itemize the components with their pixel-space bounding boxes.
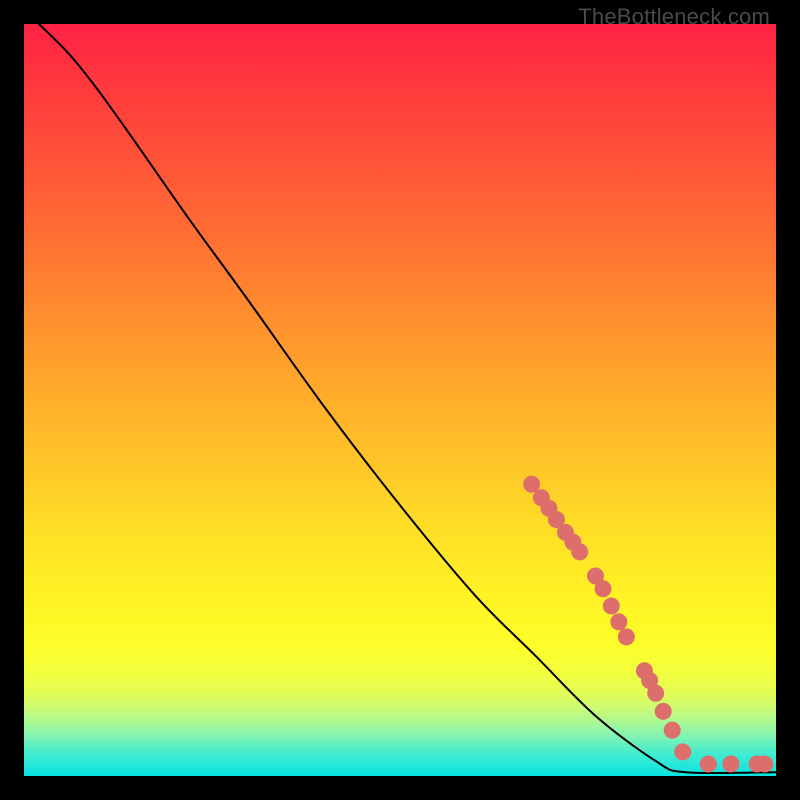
data-point: [571, 543, 588, 560]
data-point: [756, 755, 773, 772]
data-point: [610, 613, 627, 630]
watermark-text: TheBottleneck.com: [578, 4, 770, 30]
chart-plot-area: [24, 24, 776, 776]
data-point: [647, 685, 664, 702]
chart-overlay: [24, 24, 776, 776]
data-point: [674, 743, 691, 760]
data-point-group: [523, 476, 773, 773]
data-point: [618, 628, 635, 645]
data-point: [595, 580, 612, 597]
data-point: [664, 722, 681, 739]
data-point: [722, 755, 739, 772]
data-point: [700, 755, 717, 772]
bottleneck-curve: [39, 24, 776, 773]
data-point: [603, 598, 620, 615]
data-point: [655, 703, 672, 720]
